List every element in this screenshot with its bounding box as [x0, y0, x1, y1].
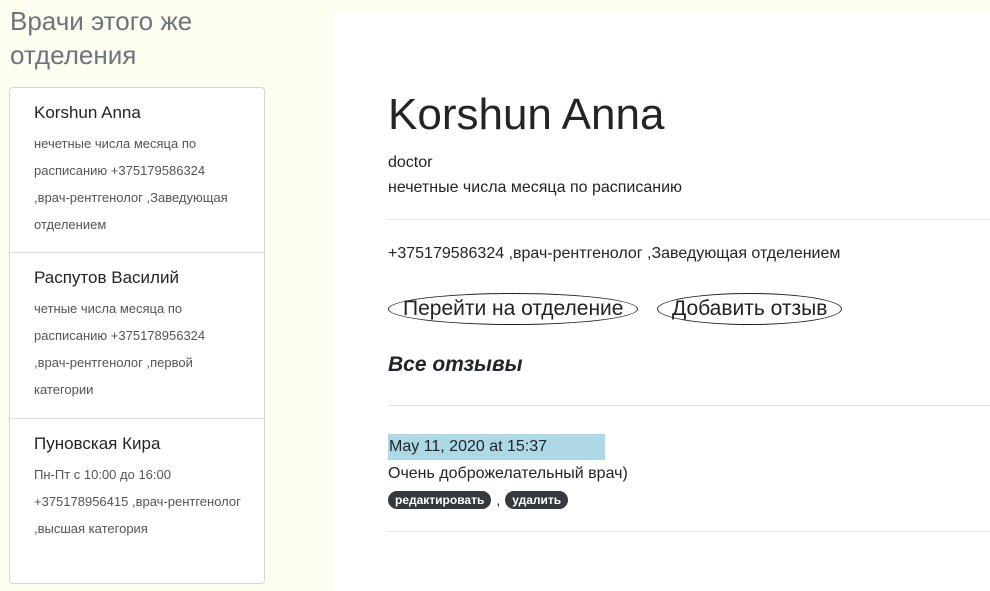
doctor-card-name[interactable]: Распутов Василий — [34, 267, 264, 289]
doctor-contact-info: +375179586324 ,врач-рентгенолог ,Заведую… — [388, 245, 841, 262]
doctor-list: Korshun Anna нечетные числа месяца по ра… — [9, 87, 265, 584]
review-date: May 11, 2020 at 15:37 — [388, 434, 605, 460]
doctor-card-name[interactable]: Korshun Anna — [34, 102, 264, 124]
doctor-name-heading: Korshun Anna — [388, 90, 665, 139]
sidebar-title: Врачи этого же отделения — [10, 6, 193, 70]
doctor-role: doctor — [388, 154, 433, 171]
doctor-card-description: Пн-Пт с 10:00 до 16:00 +375178956415 ,вр… — [34, 467, 241, 536]
edit-review-button[interactable]: редактировать — [388, 491, 492, 509]
add-review-button[interactable]: Добавить отзыв — [657, 293, 843, 325]
action-separator: , — [496, 492, 501, 508]
delete-review-button[interactable]: удалить — [505, 491, 569, 509]
divider — [388, 531, 990, 532]
doctor-card[interactable]: Пуновская Кира Пн-Пт с 10:00 до 16:00 +3… — [10, 419, 264, 583]
divider — [388, 405, 990, 406]
doctor-card-name[interactable]: Пуновская Кира — [34, 433, 264, 455]
doctor-card-description: четные числа месяца по расписанию +37517… — [34, 301, 206, 397]
review-actions: редактировать, удалить — [388, 491, 569, 511]
divider — [388, 219, 990, 220]
doctor-card[interactable]: Korshun Anna нечетные числа месяца по ра… — [10, 88, 264, 253]
doctor-schedule: нечетные числа месяца по расписанию — [388, 179, 683, 196]
doctor-detail-panel: Korshun Anna doctor нечетные числа месяц… — [334, 12, 990, 591]
review-text: Очень доброжелательный врач) — [388, 465, 628, 482]
reviews-heading: Все отзывы — [388, 353, 523, 376]
doctor-card-description: нечетные числа месяца по расписанию +375… — [34, 136, 228, 232]
go-to-department-button[interactable]: Перейти на отделение — [388, 293, 639, 325]
sidebar: Врачи этого же отделения Korshun Anna не… — [0, 0, 332, 591]
doctor-card[interactable]: Распутов Василий четные числа месяца по … — [10, 253, 264, 419]
